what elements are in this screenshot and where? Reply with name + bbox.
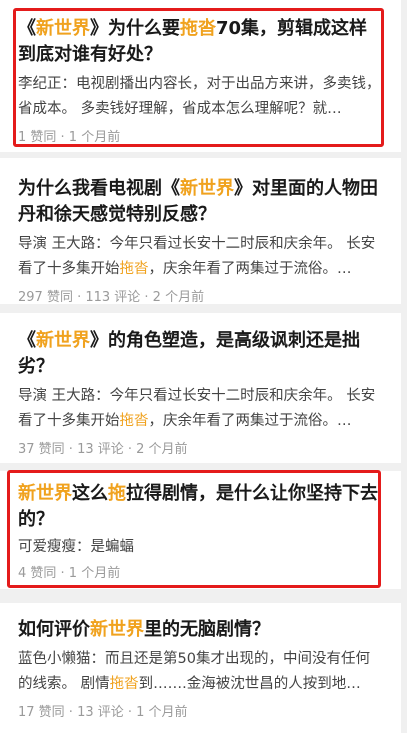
title-segment: 》为什么要	[90, 18, 180, 39]
result-card-1[interactable]: 《新世界》为什么要拖沓70集，剪辑成这样到底对谁有好处？ 李纪正：电视剧播出内容…	[0, 0, 401, 152]
title-highlight: 拖沓	[180, 18, 216, 39]
title-highlight: 新世界	[180, 178, 234, 199]
result-title[interactable]: 新世界这么拖拉得剧情，是什么让你坚持下去的？	[18, 471, 383, 533]
title-segment: 里的无脑剧情？	[144, 619, 270, 640]
result-excerpt[interactable]: 蓝色小懒猫：而且还是第50集才出现的，中间没有任何的线索。 剧情拖沓到…….金海…	[18, 647, 383, 697]
result-excerpt[interactable]: 导演 王大路：今年只看过长安十二时辰和庆余年。 长安看了十多集开始拖沓，庆余年看…	[18, 232, 383, 282]
result-excerpt[interactable]: 可爱瘦瘦：是蝙蝠	[18, 535, 383, 560]
result-meta: 37 赞同 · 13 评论 · 2 个月前	[18, 442, 188, 457]
result-card-3[interactable]: 《新世界》的角色塑造，是高级讽刺还是拙劣？ 导演 王大路：今年只看过长安十二时辰…	[0, 313, 401, 463]
result-title[interactable]: 如何评价新世界里的无脑剧情？	[18, 603, 383, 643]
title-segment: 为什么我看电视剧《	[18, 178, 180, 199]
result-meta: 297 赞同 · 113 评论 · 2 个月前	[18, 290, 205, 305]
result-card-2[interactable]: 为什么我看电视剧《新世界》对里面的人物田丹和徐天感觉特别反感？ 导演 王大路：今…	[0, 158, 401, 305]
excerpt-segment: ，庆余年看了两集过于流俗。…	[148, 261, 352, 277]
result-title[interactable]: 《新世界》的角色塑造，是高级讽刺还是拙劣？	[18, 313, 383, 380]
excerpt-highlight: 拖沓	[109, 676, 139, 692]
result-meta: 4 赞同 · 1 个月前	[18, 566, 121, 581]
result-title[interactable]: 为什么我看电视剧《新世界》对里面的人物田丹和徐天感觉特别反感？	[18, 158, 383, 228]
result-meta: 17 赞同 · 13 评论 · 1 个月前	[18, 705, 188, 720]
excerpt-highlight: 拖沓	[119, 261, 149, 277]
excerpt-segment: ，庆余年看了两集过于流俗。…	[148, 413, 352, 429]
title-highlight: 新世界	[90, 619, 144, 640]
result-excerpt[interactable]: 李纪正：电视剧播出内容长，对于出品方来讲，多卖钱，省成本。 多卖钱好理解，省成本…	[18, 72, 383, 122]
result-card-4[interactable]: 新世界这么拖拉得剧情，是什么让你坚持下去的？ 可爱瘦瘦：是蝙蝠 4 赞同 · 1…	[0, 471, 401, 589]
title-highlight: 新世界	[18, 483, 72, 504]
result-excerpt[interactable]: 导演 王大路：今年只看过长安十二时辰和庆余年。 长安看了十多集开始拖沓，庆余年看…	[18, 384, 383, 434]
title-segment: 《	[18, 18, 36, 39]
excerpt-segment: 到…….金海被沈世昌的人按到地…	[138, 676, 361, 692]
title-highlight: 新世界	[36, 18, 90, 39]
title-highlight: 拖	[108, 483, 126, 504]
excerpt-highlight: 拖沓	[119, 413, 149, 429]
result-title[interactable]: 《新世界》为什么要拖沓70集，剪辑成这样到底对谁有好处？	[18, 0, 383, 68]
result-meta: 1 赞同 · 1 个月前	[18, 130, 121, 145]
title-segment: 这么	[72, 483, 108, 504]
title-highlight: 新世界	[36, 330, 90, 351]
result-card-5[interactable]: 如何评价新世界里的无脑剧情？ 蓝色小懒猫：而且还是第50集才出现的，中间没有任何…	[0, 603, 401, 733]
title-segment: 如何评价	[18, 619, 90, 640]
title-segment: 《	[18, 330, 36, 351]
